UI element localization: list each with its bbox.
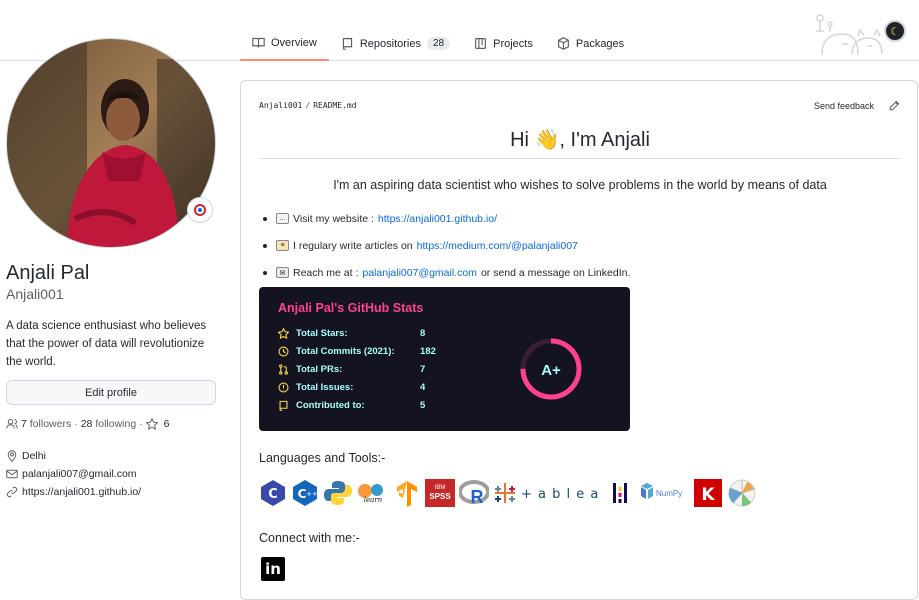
c-logo-icon[interactable]: C (259, 479, 287, 507)
status-target-icon[interactable] (187, 197, 213, 223)
repo-icon (342, 38, 352, 50)
avatar-photo (7, 39, 215, 247)
svg-text:SPSS: SPSS (429, 492, 451, 501)
stat-row: Total Issues: 4 (278, 378, 425, 396)
follow-stats: 7 followers · 28 following · 6 (6, 418, 170, 430)
star-icon (145, 418, 158, 430)
stat-row: Total Commits (2021): 182 (278, 342, 436, 360)
tab-repositories-label: Repositories (359, 37, 421, 50)
svg-text:learn: learn (364, 496, 383, 504)
readme-tagline: I'm an aspiring data scientist who wishe… (333, 178, 827, 192)
tab-projects-label: Projects (493, 37, 533, 50)
readme-breadcrumb: Anjali001/README.md (259, 101, 357, 110)
people-icon (6, 419, 18, 429)
readme-card: Anjali001/README.md Send feedback Hi 👋, … (240, 80, 918, 600)
website-link[interactable]: https://anjali001.github.io/ (378, 213, 497, 225)
connect-heading: Connect with me:- (259, 531, 360, 545)
issue-icon (278, 381, 289, 393)
send-feedback-link[interactable]: Send feedback (814, 101, 874, 111)
profile-username: Anjali001 (6, 286, 64, 302)
keras-logo-icon[interactable]: K (693, 479, 723, 507)
stars-count-link[interactable]: 6 (164, 418, 170, 430)
location-icon (7, 450, 17, 462)
spss-logo-icon[interactable]: IBM SPSS (425, 479, 455, 507)
email-link[interactable]: palanjali007@gmail.com (362, 267, 477, 279)
book-icon (252, 37, 265, 48)
cplusplus-logo-icon[interactable]: C ++ (291, 479, 319, 507)
medium-link[interactable]: https://medium.com/@palanjali007 (417, 240, 578, 252)
stat-row: Contributed to: 5 (278, 396, 425, 414)
linkedin-icon[interactable]: in (261, 557, 285, 581)
profile-bio: A data science enthusiast who believes t… (6, 320, 207, 368)
python-logo-icon[interactable] (323, 479, 353, 507)
mail-icon (6, 469, 18, 479)
profile-tabs: Overview Repositories 28 Projects Packag… (240, 26, 636, 61)
svg-text:R: R (471, 487, 484, 507)
svg-text:C: C (268, 487, 278, 502)
profile-details: Delhi palanjali007@gmail.com https://anj… (6, 447, 141, 501)
following-link[interactable]: 28 following (81, 418, 136, 430)
tab-overview-label: Overview (271, 36, 317, 49)
followers-link[interactable]: 7 followers (21, 418, 71, 430)
scikit-learn-logo-icon[interactable]: learn (357, 479, 389, 507)
contact-list: … Visit my website : https://anjali001.g… (259, 205, 899, 286)
seaborn-logo-icon[interactable] (727, 479, 757, 507)
tab-repositories[interactable]: Repositories 28 (329, 26, 462, 61)
languages-heading: Languages and Tools:- (259, 451, 386, 465)
stat-row: Total PRs: 7 (278, 360, 425, 378)
mailbox-icon: ✉ (276, 267, 289, 278)
crumb-user-link[interactable]: Anjali001 (259, 101, 302, 110)
repositories-count-badge: 28 (426, 37, 451, 50)
link-icon (6, 486, 18, 498)
list-item: … Visit my website : https://anjali001.g… (259, 205, 899, 232)
grade-text: A+ (541, 362, 561, 379)
memo-icon: ≡ (276, 240, 289, 251)
clock-icon (278, 345, 289, 357)
pandas-logo-icon[interactable] (611, 479, 629, 507)
r-logo-icon[interactable]: R (459, 479, 489, 507)
tableau-logo-icon[interactable]: + a b l e a u (493, 479, 605, 507)
speech-bubble-icon: … (276, 213, 289, 224)
svg-text:K: K (701, 485, 715, 505)
location-item: Delhi (6, 447, 141, 465)
edit-profile-button[interactable]: Edit profile (6, 380, 216, 405)
stats-title: Anjali Pal's GitHub Stats (278, 301, 424, 315)
package-icon (557, 37, 569, 50)
svg-text:NumPy: NumPy (656, 489, 682, 498)
title-divider (259, 158, 901, 159)
tab-overview[interactable]: Overview (240, 26, 329, 61)
github-stats-card[interactable]: Anjali Pal's GitHub Stats Total Stars: 8 … (259, 287, 630, 431)
email-item[interactable]: palanjali007@gmail.com (6, 465, 141, 483)
octocat-illustration-icon (816, 14, 883, 55)
languages-tools-row: C C ++ learn IBM SPSS R + a b l e a u NumP… (259, 478, 761, 508)
tab-packages-label: Packages (575, 37, 625, 50)
crumb-file-link[interactable]: README.md (313, 101, 356, 110)
readme-title: Hi 👋, I'm Anjali (510, 129, 650, 151)
theme-toggle-moon-icon[interactable]: ☾ (884, 20, 906, 42)
numpy-logo-icon[interactable]: NumPy (639, 479, 689, 507)
profile-fullname: Anjali Pal (6, 262, 90, 284)
tab-projects[interactable]: Projects (462, 26, 545, 61)
website-item[interactable]: https://anjali001.github.io/ (6, 483, 141, 501)
svg-text:IBM: IBM (435, 485, 446, 491)
project-icon (475, 38, 487, 49)
repo-icon (279, 400, 288, 411)
stat-row: Total Stars: 8 (278, 324, 425, 342)
star-icon (278, 327, 289, 339)
svg-text:++: ++ (306, 490, 318, 498)
list-item: ✉ Reach me at : palanjali007@gmail.com o… (259, 259, 899, 286)
svg-text:+ a b l e a u: + a b l e a u (521, 487, 605, 502)
grade-ring: A+ (520, 338, 582, 400)
tab-packages[interactable]: Packages (545, 26, 636, 61)
pencil-icon[interactable] (888, 100, 900, 112)
avatar[interactable] (6, 38, 216, 248)
tensorflow-logo-icon[interactable] (393, 479, 421, 507)
list-item: ≡ I regulary write articles on https://m… (259, 232, 899, 259)
pull-request-icon (279, 363, 288, 375)
